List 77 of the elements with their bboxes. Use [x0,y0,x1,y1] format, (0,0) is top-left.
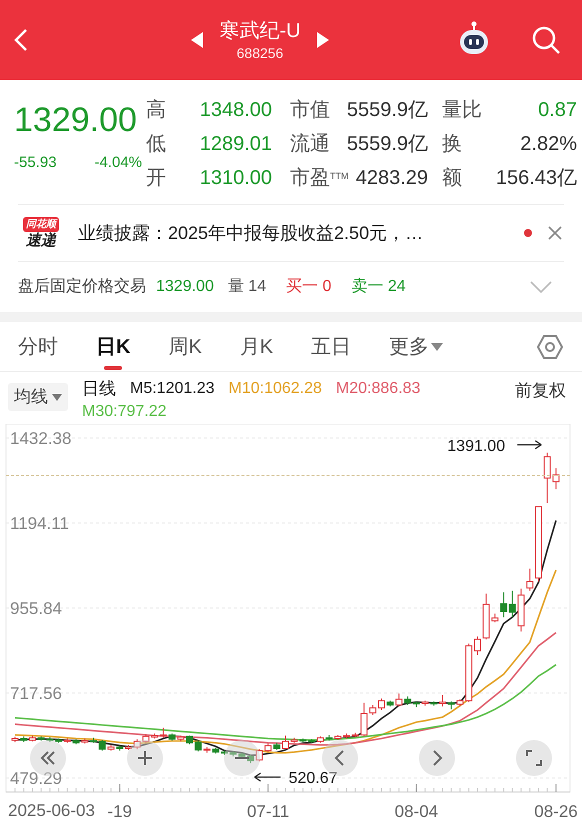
stat-label: 流通 [290,132,330,156]
arrow-icon [517,440,542,450]
search-icon[interactable] [530,24,562,56]
x-axis-label: 08-04 [394,802,438,821]
double-chevron-left-icon [39,749,57,767]
stat-label: 低 [146,132,166,156]
close-icon[interactable] [548,226,562,240]
stat-label: 开 [146,166,166,190]
chart-tab[interactable]: 分时 [18,322,58,372]
zoom-in-button[interactable] [127,740,164,776]
stat-label: 高 [146,98,166,122]
dropdown-caret-icon [431,342,444,350]
y-axis-label: 1194.11 [10,514,69,533]
period-label: 日线 [82,378,116,400]
moving-average-value: M10:1062.28 [228,379,322,399]
price-adjust-option[interactable]: 前复权 [515,378,566,424]
dropdown-caret-icon [52,394,62,400]
stat-value: 5559.9亿 [346,132,428,156]
candlestick [282,735,289,750]
fullscreen-icon [524,749,543,767]
moving-average-value: M30:797.22 [82,402,167,422]
indicator-dropdown[interactable]: 均线 [8,383,68,411]
stat-label: 市盈$^{TTM}$ [290,166,348,190]
next-stock-icon[interactable] [316,32,329,48]
price-change-percent: -4.04% [94,153,142,173]
y-axis-label: 479.29 [10,769,62,788]
candlestick [12,736,18,743]
zoom-out-button[interactable] [224,740,260,776]
stat-value: 156.43亿 [496,166,577,190]
price-change: -55.93 [14,153,57,173]
x-axis-label: -19 [107,802,132,821]
minus-icon [233,757,252,759]
start-date-label: 2025-06-03 [8,801,95,821]
plus-icon [136,749,154,767]
y-axis-label: 717.56 [10,684,62,703]
candlestick [544,452,551,504]
fullscreen-button[interactable] [516,740,552,776]
news-source-logo: 同花顺 速递 [18,216,64,250]
next-button[interactable] [418,740,455,776]
chevron-left-icon [14,28,28,52]
ask-text: 卖一 24 [351,276,406,297]
volume-text: 量 14 [228,277,266,297]
stat-label: 额 [442,166,462,190]
after-hours-label: 盘后固定价格交易 [18,276,146,297]
y-axis-label: 955.84 [10,599,62,618]
moving-average-value: M5:1201.23 [130,379,215,399]
stat-value: 1310.00 [200,166,272,190]
after-hours-price: 1329.00 [156,277,214,297]
stat-value: 2.82% [520,132,577,156]
chart-tab[interactable]: 日K [96,322,130,372]
stat-label: 量比 [442,98,482,122]
news-headline[interactable]: 业绩披露：2025年中报每股收益2.50元，… [78,220,508,246]
chart-tab[interactable]: 周K [168,322,202,372]
stat-label: 市值 [290,98,330,122]
settings-icon[interactable] [536,332,564,360]
stock-name: 寒武纪-U [219,19,301,44]
more-menu-button[interactable]: 更多 [389,322,444,372]
x-axis-label: 07-11 [246,802,290,821]
current-price: 1329.00 [14,100,138,141]
low-price-label: 520.67 [288,770,338,788]
chart-tab[interactable]: 五日 [311,322,352,372]
stat-value: 4283.29 [356,166,428,190]
stat-value: 1289.01 [200,132,272,156]
candlestick [552,468,560,490]
stat-value: 1348.00 [200,98,272,122]
stat-value: 5559.9亿 [346,98,428,122]
arrow-icon [254,772,281,782]
y-axis-label: 1432.38 [10,429,72,448]
stock-code: 688256 [236,44,284,62]
previous-stock-icon[interactable] [191,32,204,48]
high-price-label: 1391.00 [447,438,506,455]
stat-label: 换 [442,132,462,156]
chart-tab[interactable]: 月K [240,322,274,372]
stat-value: 0.87 [538,98,577,122]
moving-average-value: M20:886.83 [336,379,420,399]
x-axis-label: 08-26 [534,802,578,821]
bid-text: 买一 0 [286,277,332,297]
